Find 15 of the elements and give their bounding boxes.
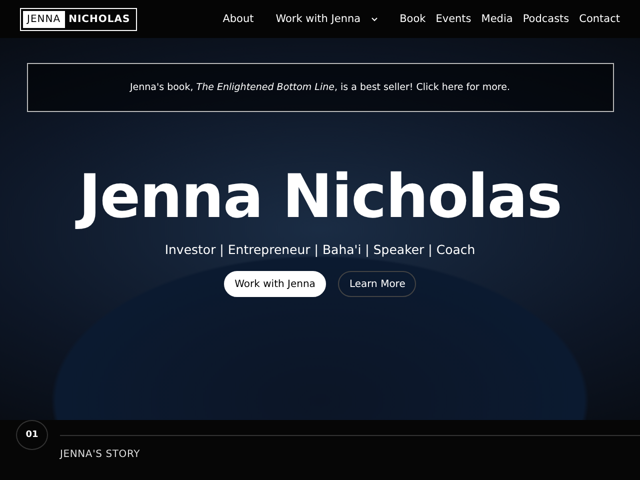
nav-link[interactable]: Work with Jenna (276, 13, 378, 25)
hero-tagline: Investor | Entrepreneur | Baha'i | Speaker | Coach (164, 242, 476, 257)
logo[interactable]: JENNA NICHOLAS (20, 8, 138, 30)
learn-more-button[interactable]: Learn More (338, 271, 416, 297)
nav-link[interactable]: Book (400, 13, 426, 25)
announcement-banner[interactable]: Jenna's book, The Enlightened Bottom Line, is a best seller! Click here for more. (26, 63, 614, 112)
nav-link[interactable]: Media (481, 13, 513, 25)
work-with-button[interactable]: Work with Jenna (224, 271, 326, 297)
nav-link[interactable]: Podcasts (522, 13, 570, 25)
nav-link[interactable]: Events (436, 13, 472, 25)
section-title: JENNA'S STORY (60, 449, 141, 460)
chevron-down-icon (370, 16, 378, 22)
section-number: 01 (16, 420, 48, 450)
nav-link[interactable]: Contact (579, 13, 620, 25)
nav-link[interactable]: About (222, 13, 254, 25)
